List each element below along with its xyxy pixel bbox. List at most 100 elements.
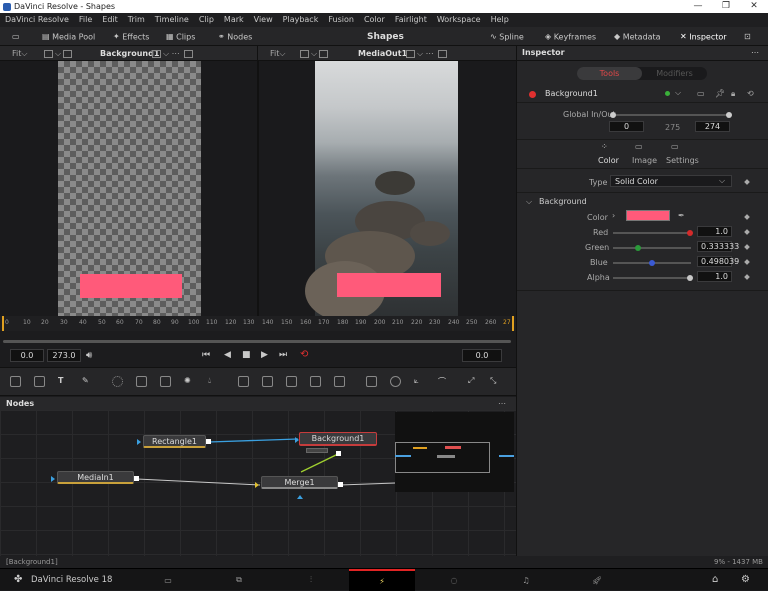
gradient-tool-icon[interactable] — [136, 376, 147, 387]
red-slider-knob[interactable] — [687, 230, 693, 236]
inspector-options-icon[interactable]: ⋯ — [751, 48, 759, 57]
merge-tool-icon[interactable] — [310, 376, 321, 387]
clips-button[interactable]: ▦ Clips — [166, 31, 195, 43]
alpha-slider[interactable] — [613, 277, 691, 279]
brightness-tool-icon[interactable] — [262, 376, 273, 387]
start-time-field[interactable]: 0.0 — [10, 349, 44, 362]
left-viewer-canvas[interactable] — [58, 61, 201, 316]
audio-icon[interactable]: 🔊︎ — [86, 350, 92, 361]
transform-tool-icon[interactable]: ⤢ — [468, 376, 479, 387]
global-in-field[interactable]: 0 — [609, 121, 644, 132]
keyframes-button[interactable]: ◈ Keyframes — [545, 31, 596, 43]
fullscreen-icon[interactable]: ⊡ — [744, 31, 751, 43]
resize-tool-icon[interactable]: ⤡ — [490, 376, 501, 387]
blue-keyframe-icon[interactable] — [744, 259, 750, 265]
play-reverse-icon[interactable]: ◀ — [224, 350, 231, 360]
menu-fairlight[interactable]: Fairlight — [395, 15, 427, 24]
scrub-area[interactable] — [0, 331, 516, 345]
maximize-button[interactable]: ❐ — [712, 0, 740, 13]
stop-icon[interactable]: ■ — [242, 350, 251, 360]
global-in-handle[interactable] — [610, 112, 616, 118]
left-viewer-tools[interactable]: ⌵ ⋯ — [150, 48, 195, 59]
panel-toggle-icon[interactable]: ▭ — [12, 31, 20, 43]
particles-tool-icon[interactable] — [112, 376, 123, 387]
settings-gear-icon[interactable]: ⚙ — [741, 574, 750, 585]
color-tab-icon[interactable]: ⁘ — [601, 142, 608, 151]
menu-playback[interactable]: Playback — [283, 15, 319, 24]
page-media[interactable]: ▭ — [135, 569, 201, 591]
blue-value-field[interactable]: 0.498039 — [697, 256, 739, 267]
alpha-value-field[interactable]: 1.0 — [697, 271, 732, 282]
timeline-ruler[interactable]: 0 10 20 30 40 50 60 70 80 90 100 110 120… — [0, 316, 516, 331]
viewer-divider[interactable] — [257, 61, 259, 316]
eyedropper-icon[interactable]: ✒ — [678, 211, 685, 220]
go-to-start-icon[interactable]: ⏮︎ — [202, 350, 210, 360]
settings-tab-icon[interactable]: ▭ — [671, 142, 679, 151]
green-slider-knob[interactable] — [635, 245, 641, 251]
menu-help[interactable]: Help — [491, 15, 509, 24]
matte-control-tool-icon[interactable] — [334, 376, 345, 387]
global-inout-slider[interactable] — [613, 114, 729, 116]
menu-file[interactable]: File — [79, 15, 92, 24]
fast-noise-tool-icon[interactable] — [160, 376, 171, 387]
version-icon[interactable]: ▭ — [697, 89, 705, 98]
subtab-color[interactable]: Color — [598, 156, 619, 165]
right-viewer-canvas[interactable] — [305, 61, 458, 321]
go-to-end-icon[interactable]: ⏭︎ — [279, 350, 287, 360]
text-tool-icon[interactable]: T — [58, 376, 69, 387]
left-fit-dropdown[interactable]: Fit⌵ — [12, 48, 27, 59]
menu-timeline[interactable]: Timeline — [155, 15, 189, 24]
image-tab-icon[interactable]: ▭ — [635, 142, 643, 151]
section-collapse-icon[interactable]: ⌵ — [526, 197, 532, 207]
paint-tool-icon[interactable]: ✎ — [82, 376, 93, 387]
nodes-button[interactable]: ⚭ Nodes — [218, 31, 252, 43]
subtab-settings[interactable]: Settings — [666, 156, 699, 165]
menu-clip[interactable]: Clip — [199, 15, 214, 24]
node-rectangle1[interactable]: Rectangle1 — [143, 435, 206, 448]
right-view-options[interactable]: ⌵ — [298, 48, 330, 59]
page-fusion[interactable]: ⚡︎ — [349, 569, 415, 591]
polygon-mask-tool-icon[interactable]: ⟀ — [414, 376, 425, 387]
pin-icon[interactable]: 📌︎ — [715, 89, 725, 98]
alpha-keyframe-icon[interactable] — [744, 274, 750, 280]
red-slider[interactable] — [613, 232, 691, 234]
out-point-marker[interactable] — [512, 316, 514, 331]
blur-tool-icon[interactable]: 💧︎ — [208, 376, 219, 387]
type-keyframe-icon[interactable] — [744, 179, 750, 185]
tab-tools[interactable]: Tools — [577, 67, 642, 80]
tab-modifiers[interactable]: Modifiers — [642, 67, 707, 80]
node-thumbnail-toggle[interactable] — [306, 448, 328, 453]
green-value-field[interactable]: 0.333333 — [697, 241, 739, 252]
home-icon[interactable]: ⌂ — [712, 574, 718, 585]
inspector-button[interactable]: ✕ Inspector — [680, 31, 727, 43]
page-fairlight[interactable]: ♫ — [493, 569, 559, 591]
scrub-bar[interactable] — [3, 340, 511, 343]
menu-edit[interactable]: Edit — [102, 15, 118, 24]
glow-tool-icon[interactable]: ✺ — [184, 376, 195, 387]
close-button[interactable]: ✕ — [740, 0, 768, 13]
lock-icon[interactable]: 🔒︎ — [731, 89, 735, 99]
global-out-handle[interactable] — [726, 112, 732, 118]
menu-view[interactable]: View — [254, 15, 273, 24]
page-edit[interactable]: ⫶ — [278, 569, 344, 591]
media-pool-button[interactable]: ▤ Media Pool — [42, 31, 95, 43]
right-fit-dropdown[interactable]: Fit⌵ — [270, 48, 285, 59]
blue-slider-knob[interactable] — [649, 260, 655, 266]
page-deliver[interactable]: 🚀︎ — [564, 569, 630, 591]
page-cut[interactable]: ⧉ — [206, 569, 272, 591]
effects-button[interactable]: ✦ Effects — [113, 31, 149, 43]
spline-button[interactable]: ∿ Spline — [490, 31, 524, 43]
type-dropdown[interactable]: Solid Color ⌵ — [610, 175, 732, 187]
menu-workspace[interactable]: Workspace — [437, 15, 481, 24]
red-keyframe-icon[interactable] — [744, 229, 750, 235]
menu-trim[interactable]: Trim — [128, 15, 145, 24]
subtab-image[interactable]: Image — [632, 156, 657, 165]
global-out-field[interactable]: 274 — [695, 121, 730, 132]
metadata-button[interactable]: ◆ Metadata — [614, 31, 661, 43]
green-slider[interactable] — [613, 247, 691, 249]
menu-davinci[interactable]: DaVinci Resolve — [5, 15, 69, 24]
play-icon[interactable]: ▶ — [261, 350, 268, 360]
channel-booleans-tool-icon[interactable] — [286, 376, 297, 387]
minimize-button[interactable]: — — [684, 0, 712, 13]
loop-icon[interactable]: ⟲ — [300, 349, 308, 360]
